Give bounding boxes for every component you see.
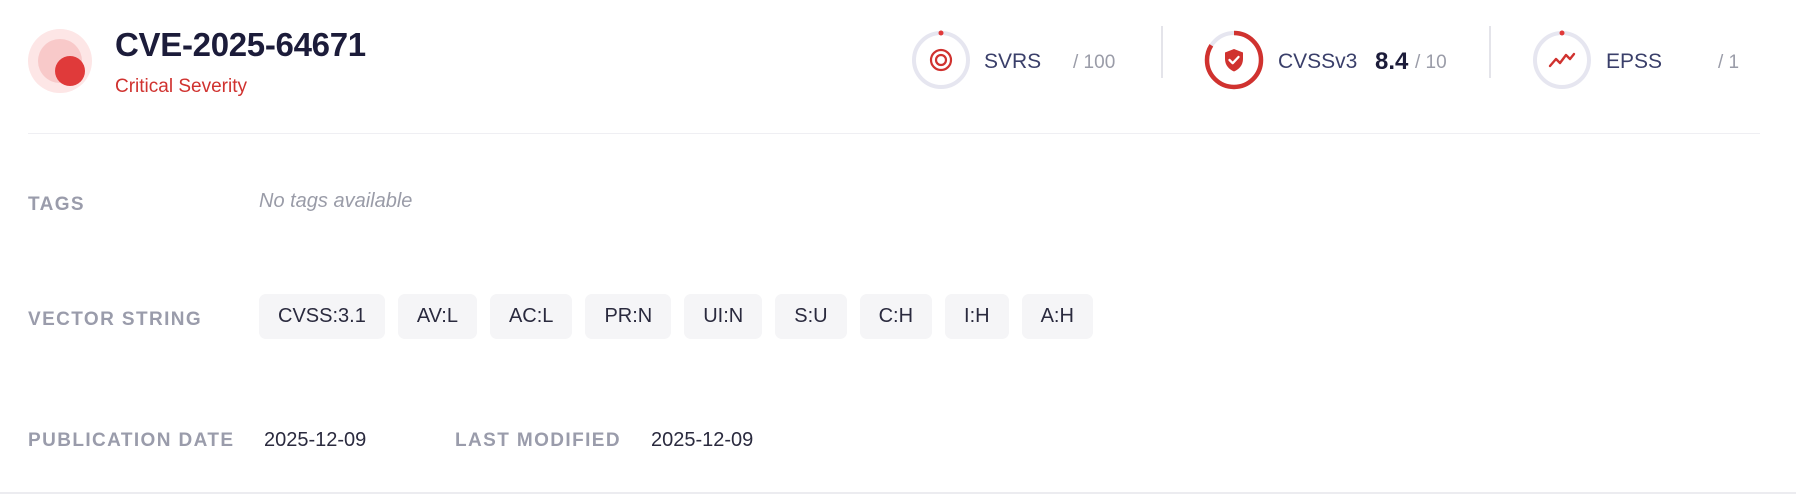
vector-chip: C:H <box>859 294 933 339</box>
vector-chip: AC:L <box>489 294 573 339</box>
metric-divider <box>1161 26 1163 78</box>
metric-svrs-max: / 100 <box>1073 52 1116 73</box>
header-divider <box>28 133 1760 134</box>
metric-svrs: SVRS / 100 <box>911 30 1141 94</box>
vector-chip: PR:N <box>585 294 672 339</box>
publication-date-value: 2025-12-09 <box>264 429 367 451</box>
metric-cvssv3-max: / 10 <box>1415 52 1447 73</box>
metric-cvssv3-value: 8.4 <box>1375 48 1409 75</box>
cve-header: CVE-2025-64671 Critical Severity SVRS / … <box>0 0 1796 134</box>
cvssv3-gauge <box>1204 30 1264 90</box>
vector-chip: CVSS:3.1 <box>259 294 385 339</box>
metric-epss-max: / 1 <box>1718 52 1740 73</box>
shield-check-icon <box>1225 49 1243 72</box>
vector-chip: A:H <box>1021 294 1093 339</box>
last-modified-label: LAST MODIFIED <box>455 430 621 451</box>
vector-chip: S:U <box>775 294 847 339</box>
tags-empty-message: No tags available <box>259 190 413 212</box>
metric-epss-label: EPSS <box>1606 50 1663 73</box>
last-modified-value: 2025-12-09 <box>651 429 754 451</box>
trend-line-icon <box>1548 52 1576 68</box>
metric-cvssv3-label: CVSSv3 <box>1278 50 1358 73</box>
vector-chip: I:H <box>945 294 1009 339</box>
vector-chip: AV:L <box>397 294 477 339</box>
metric-epss: EPSS / 1 <box>1532 30 1772 94</box>
vector-string-label: VECTOR STRING <box>28 309 203 330</box>
metric-cvssv3: CVSSv3 8.4 / 10 <box>1204 30 1464 94</box>
severity-indicator-icon <box>28 29 92 93</box>
svrs-gauge <box>912 30 970 89</box>
target-icon <box>929 48 953 72</box>
severity-label: Critical Severity <box>115 76 247 97</box>
metric-divider <box>1489 26 1491 78</box>
vector-string-chips: CVSS:3.1 AV:L AC:L PR:N UI:N S:U C:H I:H… <box>259 294 1093 339</box>
epss-gauge <box>1533 30 1591 89</box>
vector-chip: UI:N <box>684 294 763 339</box>
cve-id-title: CVE-2025-64671 <box>115 26 366 63</box>
tags-label: TAGS <box>28 194 85 215</box>
publication-date-label: PUBLICATION DATE <box>28 430 235 451</box>
metric-svrs-label: SVRS <box>984 50 1042 73</box>
